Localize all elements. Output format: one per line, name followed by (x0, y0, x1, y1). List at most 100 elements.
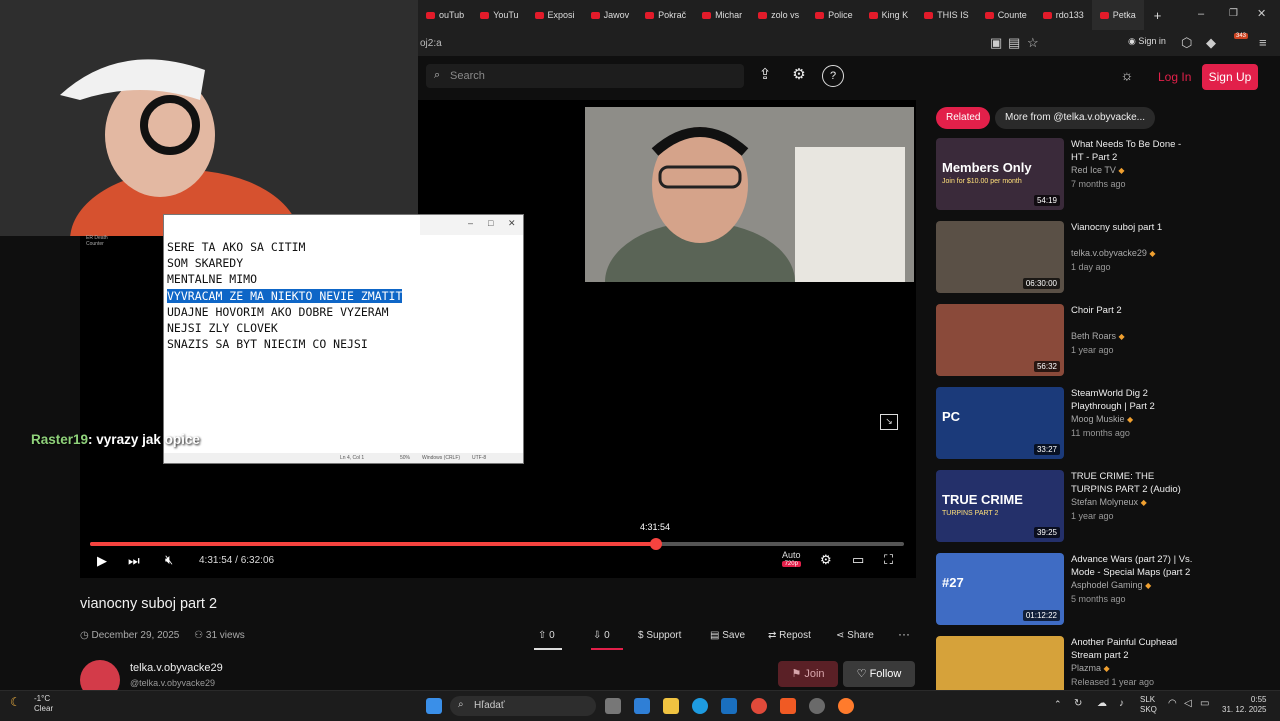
browser-tab[interactable]: zolo vs (750, 0, 807, 30)
browser-tab[interactable]: Petka (1091, 0, 1144, 30)
weather-widget[interactable]: ☾ -1°C Clear (10, 694, 53, 714)
join-button[interactable]: ⚑ Join (778, 661, 838, 687)
video-thumbnail[interactable]: Members Only Join for $10.00 per month 54:… (936, 138, 1064, 210)
tray-sync-icon[interactable]: ↻ (1074, 698, 1082, 709)
related-title[interactable]: Another Painful Cuphead Stream part 2 (1071, 636, 1196, 662)
maximize-icon[interactable]: ❐ (1229, 8, 1238, 19)
extensions-icon[interactable]: ⬡ (1181, 35, 1192, 51)
browser-tab[interactable]: ouTub (418, 0, 472, 30)
steam-icon[interactable] (809, 698, 825, 714)
edge-icon[interactable] (692, 698, 708, 714)
related-video-card[interactable]: Members Only Join for $10.00 per month 54:… (936, 138, 1196, 212)
related-title[interactable]: Vianocny suboj part 1 (1071, 221, 1196, 234)
close-window-icon[interactable]: ✕ (1257, 7, 1266, 20)
fullscreen-icon[interactable]: ⛶ (884, 552, 893, 568)
browser-tab[interactable]: King K (861, 0, 917, 30)
support-button[interactable]: $ Support (638, 630, 681, 641)
screenshot-icon[interactable]: ▣ (990, 35, 1002, 51)
signup-button[interactable]: Sign Up (1202, 64, 1258, 90)
video-thumbnail[interactable]: 56:32 (936, 304, 1064, 376)
quality-selector[interactable]: Auto 720p (782, 550, 801, 567)
progress-bar[interactable] (90, 542, 904, 546)
browser-tab[interactable]: Pokrač (637, 0, 694, 30)
browser-tab[interactable]: rdo133 (1035, 0, 1092, 30)
tab-related[interactable]: Related (936, 107, 991, 129)
shield-icon[interactable]: ◆ (1206, 35, 1216, 51)
help-icon[interactable]: ? (822, 65, 844, 87)
progress-knob[interactable] (650, 538, 662, 550)
muted-volume-icon[interactable]: 🔇︎ (165, 552, 173, 568)
save-button[interactable]: ▤ Save (710, 630, 745, 641)
related-channel[interactable]: Plazma ◆ (1071, 663, 1110, 673)
reader-icon[interactable]: ▤ (1008, 35, 1020, 51)
store-icon[interactable] (634, 698, 650, 714)
taskbar-search[interactable]: ⌕ Hľadať (450, 696, 596, 716)
wifi-icon[interactable]: ◠ (1168, 698, 1177, 709)
browser-tab[interactable]: Police (807, 0, 861, 30)
next-icon[interactable]: ⏭ (128, 553, 140, 569)
chrome-icon[interactable] (751, 698, 767, 714)
video-thumbnail[interactable]: #27 01:12:22 (936, 553, 1064, 625)
browser-tab[interactable]: Counte (977, 0, 1035, 30)
tray-network-icon[interactable]: ☁ (1097, 698, 1107, 709)
tray-mic-icon[interactable]: ♪ (1119, 698, 1124, 709)
related-channel[interactable]: Asphodel Gaming ◆ (1071, 580, 1151, 590)
volume-icon[interactable]: ◁ (1184, 698, 1192, 709)
related-title[interactable]: Advance Wars (part 27) | Vs. Mode - Spec… (1071, 553, 1196, 579)
related-channel[interactable]: telka.v.obyvacke29 ◆ (1071, 248, 1156, 258)
theme-toggle-icon[interactable]: ☼ (1116, 65, 1138, 87)
minimize-icon[interactable]: – (1198, 8, 1204, 20)
new-tab-icon[interactable]: + (1144, 8, 1172, 23)
downvote-button[interactable]: ⇩ 0 (593, 630, 610, 641)
play-icon[interactable]: ▶ (97, 553, 107, 569)
repost-button[interactable]: ⇄ Repost (768, 630, 811, 641)
tray-chevron-icon[interactable]: ⌃ (1054, 699, 1062, 710)
tab-more-from[interactable]: More from @telka.v.obyvacke... (995, 107, 1156, 129)
start-windows-icon[interactable] (426, 698, 442, 714)
firefox-icon[interactable] (838, 698, 854, 714)
related-title[interactable]: What Needs To Be Done - HT - Part 2 (1071, 138, 1196, 164)
channel-name[interactable]: telka.v.obyvacke29 (130, 662, 223, 674)
related-video-card[interactable]: TRUE CRIME TURPINS PART 2 39:25 TRUE CRIME:… (936, 470, 1196, 544)
browser-sign-in[interactable]: ◉ Sign in (1128, 36, 1166, 47)
upload-icon[interactable]: ⇪ (754, 65, 776, 87)
video-thumbnail[interactable]: PC 33:27 (936, 387, 1064, 459)
related-video-card[interactable]: 06:30:00 Vianocny suboj part 1 telka.v.oby… (936, 221, 1196, 295)
follow-button[interactable]: ♡ Follow (843, 661, 915, 687)
video-thumbnail[interactable]: TRUE CRIME TURPINS PART 2 39:25 (936, 470, 1064, 542)
search-input[interactable]: ⌕ Search (426, 64, 744, 88)
login-link[interactable]: Log In (1158, 70, 1191, 84)
player-settings-icon[interactable]: ⚙ (820, 552, 832, 568)
more-options-icon[interactable]: ··· (898, 627, 910, 641)
file-explorer-icon[interactable] (663, 698, 679, 714)
video-thumbnail[interactable]: 06:30:00 (936, 221, 1064, 293)
related-video-card[interactable]: 56:32 Choir Part 2 Beth Roars ◆ 1 year ago (936, 304, 1196, 378)
settings-gear-icon[interactable]: ⚙ (788, 65, 810, 87)
bookmark-star-icon[interactable]: ☆ (1027, 35, 1039, 51)
battery-icon[interactable]: ▭ (1200, 698, 1209, 709)
browser-tab[interactable]: THIS IS (916, 0, 977, 30)
related-title[interactable]: Choir Part 2 (1071, 304, 1196, 317)
related-video-card[interactable]: PC 33:27 SteamWorld Dig 2 Playthrough | Pa… (936, 387, 1196, 461)
related-title[interactable]: TRUE CRIME: THE TURPINS PART 2 (Audio) (1071, 470, 1196, 496)
browser-tab[interactable]: YouTu (472, 0, 526, 30)
related-channel[interactable]: Stefan Molyneux ◆ (1071, 497, 1147, 507)
related-channel[interactable]: Red Ice TV ◆ (1071, 165, 1125, 175)
share-button[interactable]: ⋖ Share (836, 630, 874, 641)
related-video-card[interactable]: #27 01:12:22 Advance Wars (part 27) | Vs. … (936, 553, 1196, 627)
browser-tab[interactable]: Michar (694, 0, 750, 30)
system-clock[interactable]: 0:55 31. 12. 2025 (1222, 695, 1266, 715)
pip-icon[interactable]: ↘ (880, 414, 898, 430)
browser-tab[interactable]: Jawov (583, 0, 638, 30)
related-channel[interactable]: Beth Roars ◆ (1071, 331, 1125, 341)
task-view-icon[interactable] (605, 698, 621, 714)
theater-mode-icon[interactable]: ▭ (852, 552, 864, 568)
mail-icon[interactable] (721, 698, 737, 714)
language-indicator[interactable]: SLK SKQ (1140, 695, 1157, 715)
related-channel[interactable]: Moog Muskie ◆ (1071, 414, 1133, 424)
brave-icon[interactable] (780, 698, 796, 714)
related-title[interactable]: SteamWorld Dig 2 Playthrough | Part 2 (1071, 387, 1196, 413)
browser-tab[interactable]: Exposi (527, 0, 583, 30)
upvote-button[interactable]: ⇧ 0 (538, 630, 555, 641)
menu-icon[interactable]: ≡ (1259, 35, 1267, 50)
